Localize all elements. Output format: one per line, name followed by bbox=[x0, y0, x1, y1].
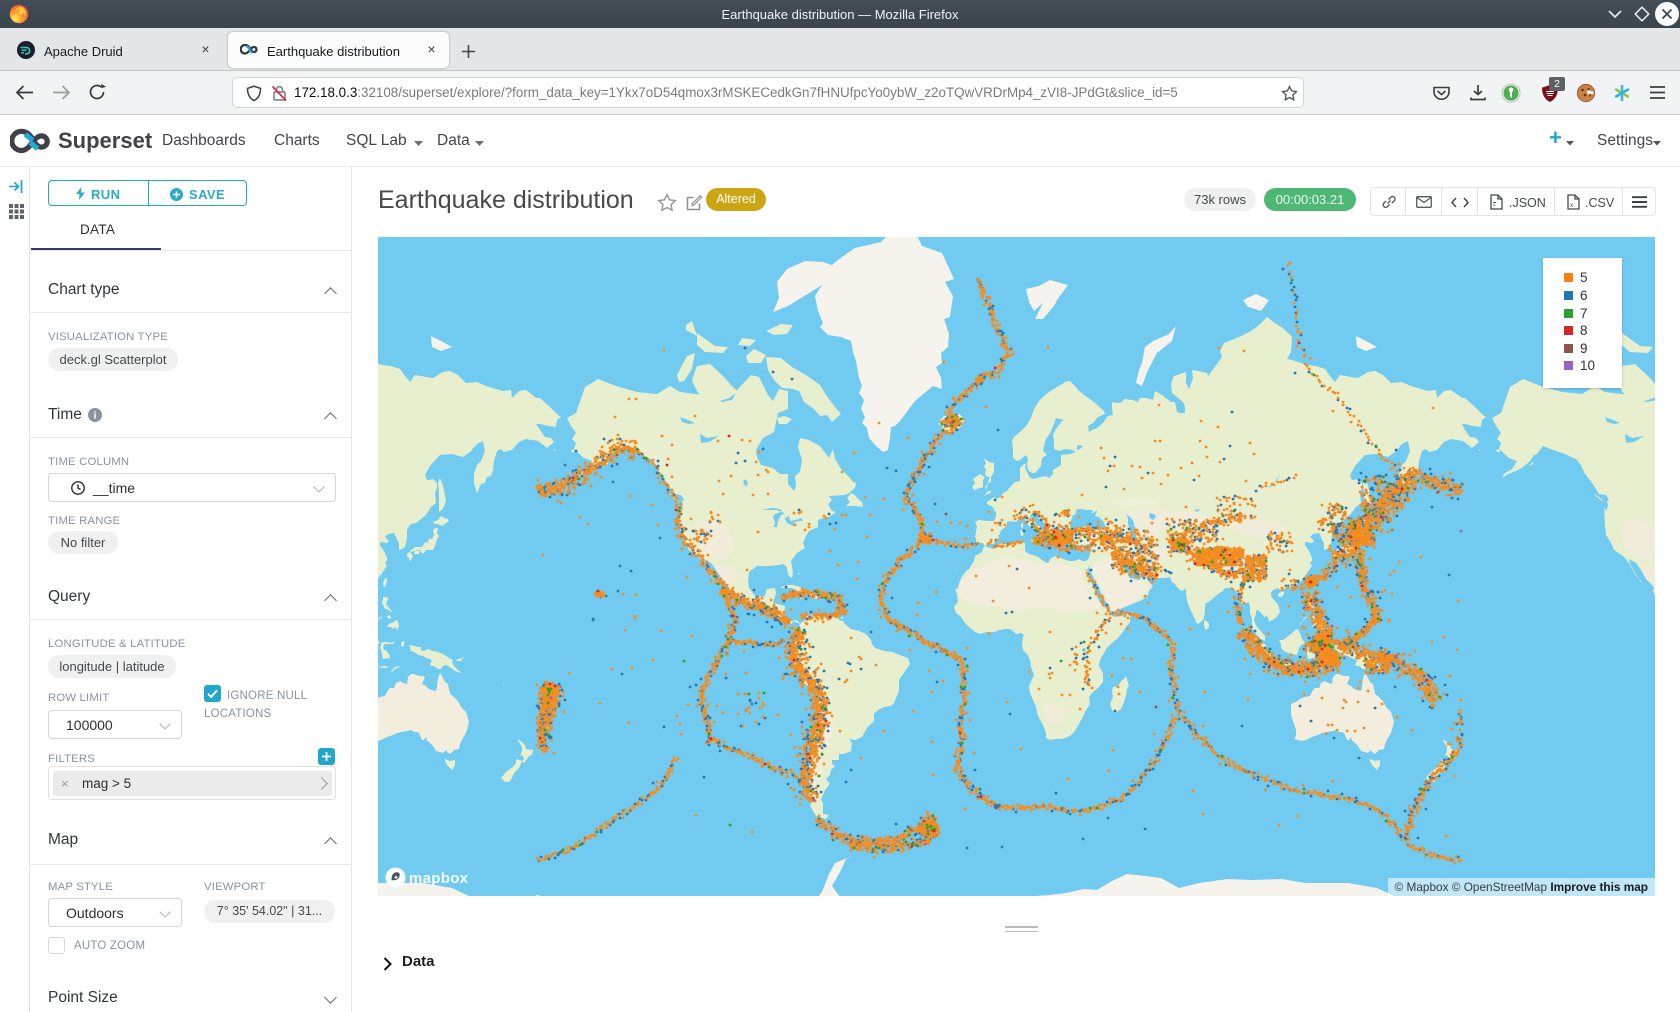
svg-text:i: i bbox=[94, 411, 97, 422]
svg-text:x: x bbox=[1570, 202, 1574, 209]
